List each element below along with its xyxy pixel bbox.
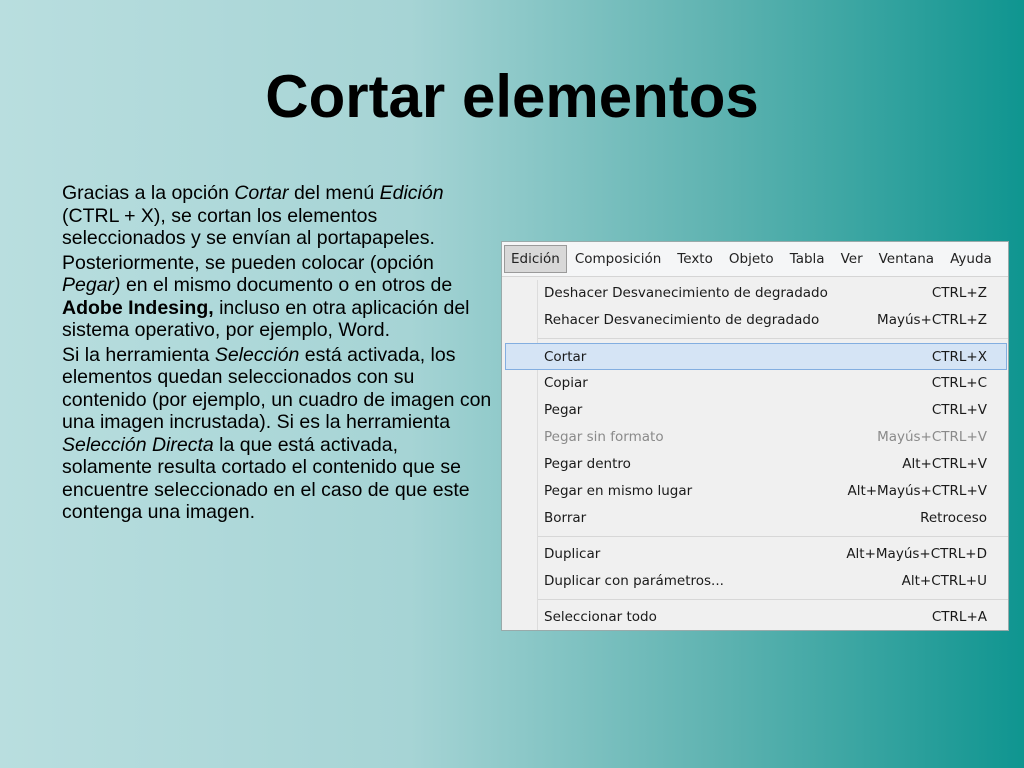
menubar-item-edicion[interactable]: Edición — [504, 245, 567, 273]
edit-dropdown-menu: Deshacer Desvanecimiento de degradado CTR… — [502, 280, 1008, 630]
emphasis-text: Selección Directa — [62, 433, 214, 456]
paragraph-seleccion: Si la herramienta Selección está activad… — [62, 344, 492, 524]
menu-item-shortcut: Alt+CTRL+U — [901, 573, 987, 589]
menu-item-shortcut: CTRL+A — [931, 609, 987, 625]
menu-item-seleccionar-todo[interactable]: Seleccionar todo CTRL+A — [502, 604, 1008, 630]
menu-item-pegar-sin-formato: Pegar sin formato Mayús+CTRL+V — [502, 424, 1008, 451]
bold-text: Adobe Indesing, — [62, 296, 214, 319]
menu-bar: Edición Composición Texto Objeto Tabla V… — [502, 242, 1008, 277]
menu-item-label: Borrar — [544, 510, 587, 526]
menubar-item-ayuda[interactable]: Ayuda — [942, 246, 1000, 272]
menu-item-label: Duplicar — [544, 546, 601, 562]
menu-item-shortcut: CTRL+V — [931, 402, 987, 418]
menu-item-rehacer-desvanecimiento-de-degradado[interactable]: Rehacer Desvanecimiento de degradado Mayú… — [502, 307, 1008, 334]
menu-item-borrar[interactable]: Borrar Retroceso — [502, 505, 1008, 532]
menu-item-shortcut: Alt+Mayús+CTRL+V — [847, 483, 987, 499]
menu-separator — [538, 536, 1008, 537]
menubar-item-tabla[interactable]: Tabla — [782, 246, 833, 272]
menu-item-shortcut: Mayús+CTRL+V — [877, 429, 987, 445]
menu-separator — [538, 599, 1008, 600]
menu-item-label: Duplicar con parámetros... — [544, 573, 724, 589]
menu-item-shortcut: CTRL+X — [931, 349, 987, 365]
emphasis-text: Pegar) — [62, 274, 121, 296]
menu-item-label: Deshacer Desvanecimiento de degradado — [544, 285, 828, 301]
menu-item-deshacer-desvanecimiento-de-degradado[interactable]: Deshacer Desvanecimiento de degradado CTR… — [502, 280, 1008, 307]
menubar-item-ver[interactable]: Ver — [833, 246, 871, 272]
menubar-item-objeto[interactable]: Objeto — [721, 246, 782, 272]
menu-item-copiar[interactable]: Copiar CTRL+C — [502, 370, 1008, 397]
emphasis-text: Cortar — [234, 182, 289, 204]
text-run: Gracias a la opción — [62, 182, 235, 204]
menu-item-shortcut: Retroceso — [920, 510, 987, 526]
body-text: Gracias a la opción Cortar del menú Edic… — [62, 182, 492, 526]
menu-item-duplicar[interactable]: Duplicar Alt+Mayús+CTRL+D — [502, 541, 1008, 568]
menu-separator — [538, 338, 1008, 339]
paragraph-pegar: Posteriormente, se pueden colocar (opció… — [62, 252, 492, 342]
menu-item-shortcut: CTRL+Z — [931, 285, 987, 301]
emphasis-text: Selección — [214, 343, 300, 366]
menu-item-cortar[interactable]: Cortar CTRL+X — [505, 343, 1007, 370]
menu-item-label: Pegar — [544, 402, 583, 418]
text-run: (CTRL + X), se cortan los elementos sele… — [62, 204, 435, 250]
menu-item-label: Pegar en mismo lugar — [544, 483, 693, 499]
menu-item-label: Cortar — [544, 349, 587, 365]
menu-item-duplicar-con-parametros[interactable]: Duplicar con parámetros... Alt+CTRL+U — [502, 568, 1008, 595]
text-run: en el mismo documento o en otros de — [120, 274, 453, 296]
menu-item-shortcut: CTRL+C — [931, 375, 987, 391]
text-run: Posteriormente, se pueden colocar (opció… — [62, 251, 434, 274]
menu-item-label: Seleccionar todo — [544, 609, 657, 625]
edit-menu-screenshot: Edición Composición Texto Objeto Tabla V… — [501, 241, 1009, 631]
menubar-item-composicion[interactable]: Composición — [567, 246, 669, 272]
menubar-item-texto[interactable]: Texto — [669, 246, 721, 272]
menu-item-shortcut: Alt+CTRL+V — [902, 456, 987, 472]
menu-item-pegar-en-mismo-lugar[interactable]: Pegar en mismo lugar Alt+Mayús+CTRL+V — [502, 478, 1008, 505]
slide-title: Cortar elementos — [265, 63, 759, 130]
menu-item-label: Copiar — [544, 375, 588, 391]
menu-item-label: Rehacer Desvanecimiento de degradado — [544, 312, 820, 328]
paragraph-cortar: Gracias a la opción Cortar del menú Edic… — [62, 182, 492, 250]
emphasis-text: Edición — [379, 182, 444, 204]
menu-item-label: Pegar sin formato — [544, 429, 664, 445]
menu-item-shortcut: Mayús+CTRL+Z — [877, 312, 987, 328]
menu-item-pegar-dentro[interactable]: Pegar dentro Alt+CTRL+V — [502, 451, 1008, 478]
text-run: del menú — [288, 182, 380, 204]
menu-item-shortcut: Alt+Mayús+CTRL+D — [846, 546, 987, 562]
menu-item-label: Pegar dentro — [544, 456, 631, 472]
menu-item-pegar[interactable]: Pegar CTRL+V — [502, 397, 1008, 424]
menubar-item-ventana[interactable]: Ventana — [871, 246, 942, 272]
text-run: Si la herramienta — [62, 343, 215, 366]
